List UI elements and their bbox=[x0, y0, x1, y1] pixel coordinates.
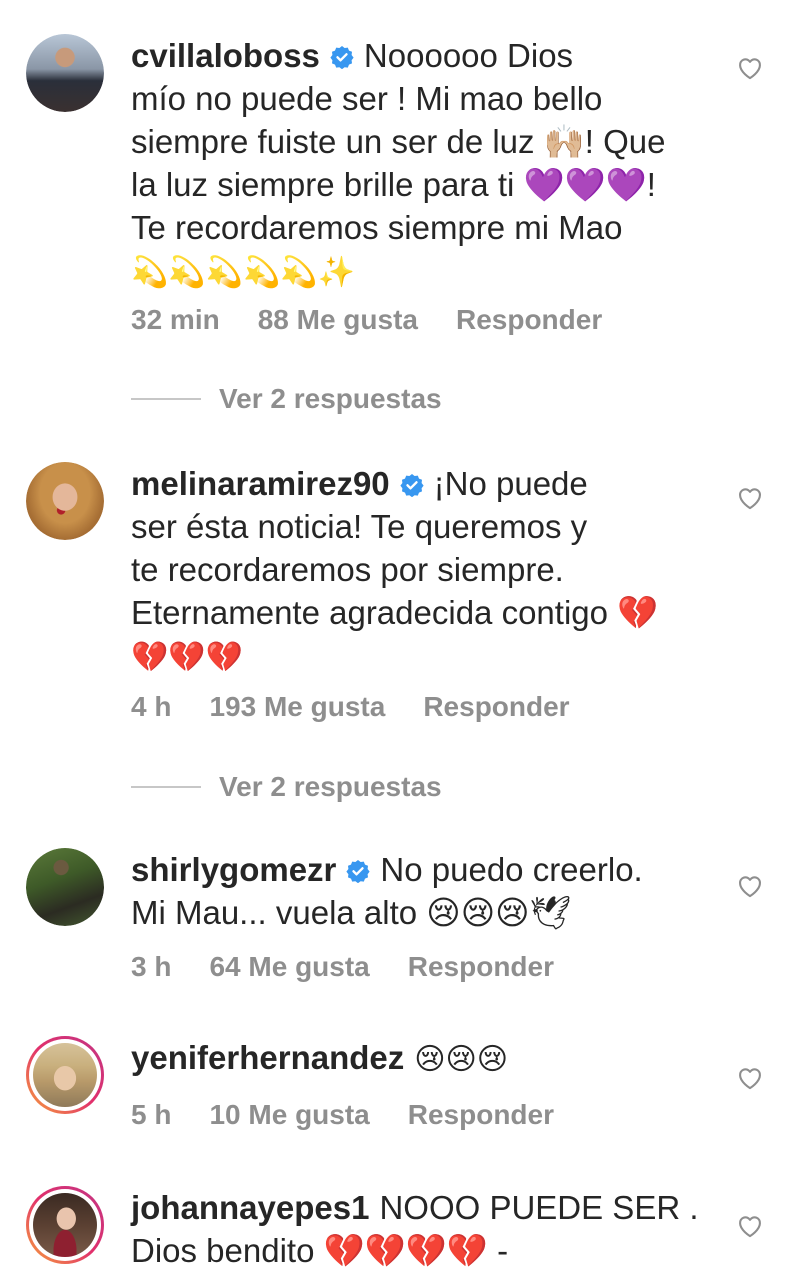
comment-text: melinaramirez90 ¡No puede ser ésta notici… bbox=[131, 462, 716, 679]
comment-text: johannayepes1 NOOO PUEDE SER . Dios bendi… bbox=[131, 1186, 716, 1272]
avatar[interactable] bbox=[26, 34, 104, 112]
verified-badge-icon bbox=[330, 46, 354, 69]
heart-outline-icon[interactable] bbox=[736, 484, 764, 510]
replies-divider bbox=[131, 398, 201, 400]
username[interactable]: johannayepes1 bbox=[131, 1189, 369, 1226]
comment-line: Mi Mau... vuela alto 😢😢😢🕊 bbox=[131, 894, 572, 931]
comment-line: Dios bendito 💔💔💔💔 - bbox=[131, 1232, 509, 1269]
comment-body: yeniferhernandez 😢😢😢 bbox=[131, 1036, 716, 1081]
comment-line: NOOO PUEDE SER . bbox=[379, 1189, 699, 1226]
verified-badge-icon bbox=[400, 474, 424, 497]
comment-text: yeniferhernandez 😢😢😢 bbox=[131, 1036, 716, 1081]
comment-body: shirlygomezr No puedo creerlo. Mi Mau... … bbox=[131, 848, 716, 934]
heart-outline-icon[interactable] bbox=[736, 54, 764, 80]
comment-line: la luz siempre brille para ti 💜💜💜! bbox=[131, 166, 656, 203]
comment-line: 💔💔💔 bbox=[131, 640, 244, 675]
comment-line: ¡No puede bbox=[433, 465, 588, 502]
comment-line: te recordaremos por siempre. bbox=[131, 551, 564, 588]
reply-button[interactable]: Responder bbox=[456, 304, 602, 335]
heart-outline-icon[interactable] bbox=[736, 1064, 764, 1090]
heart-outline-icon[interactable] bbox=[736, 872, 764, 898]
replies-divider bbox=[131, 786, 201, 788]
view-replies-label: Ver 2 respuestas bbox=[219, 771, 442, 802]
comment-line: 💫💫💫💫💫✨ bbox=[131, 255, 356, 290]
view-replies-button[interactable]: Ver 2 respuestas bbox=[131, 379, 442, 419]
reply-button[interactable]: Responder bbox=[408, 951, 554, 982]
comment-meta: 5 h 10 Me gusta Responder bbox=[131, 1099, 592, 1131]
timestamp: 32 min bbox=[131, 304, 220, 335]
username[interactable]: shirlygomezr bbox=[131, 851, 336, 888]
username[interactable]: melinaramirez90 bbox=[131, 465, 390, 502]
username[interactable]: cvillaloboss bbox=[131, 37, 320, 74]
comment-line: Noooooo Dios bbox=[363, 37, 574, 74]
reply-button[interactable]: Responder bbox=[408, 1099, 554, 1130]
comment-line: Eternamente agradecida contigo 💔 bbox=[131, 594, 659, 631]
timestamp: 3 h bbox=[131, 951, 172, 982]
comment-line: 😢😢😢 bbox=[414, 1042, 509, 1077]
avatar[interactable] bbox=[26, 1036, 104, 1114]
comment-body: melinaramirez90 ¡No puede ser ésta notici… bbox=[131, 462, 716, 679]
reply-button[interactable]: Responder bbox=[423, 691, 569, 722]
comment-meta: 3 h 64 Me gusta Responder bbox=[131, 951, 592, 983]
comments-list: cvillaloboss Noooooo Dios mío no puede se… bbox=[0, 0, 808, 1280]
comment-line: siempre fuiste un ser de luz 🙌🏼! Que bbox=[131, 123, 666, 160]
timestamp: 4 h bbox=[131, 691, 172, 722]
view-replies-label: Ver 2 respuestas bbox=[219, 383, 442, 414]
likes-count[interactable]: 88 Me gusta bbox=[258, 304, 418, 335]
heart-outline-icon[interactable] bbox=[736, 1212, 764, 1238]
comment-line: mío no puede ser ! Mi mao bello bbox=[131, 80, 603, 117]
comment-meta: 32 min 88 Me gusta Responder bbox=[131, 304, 640, 336]
likes-count[interactable]: 193 Me gusta bbox=[209, 691, 385, 722]
view-replies-button[interactable]: Ver 2 respuestas bbox=[131, 767, 442, 807]
avatar[interactable] bbox=[26, 848, 104, 926]
avatar[interactable] bbox=[26, 462, 104, 540]
comment-text: shirlygomezr No puedo creerlo. Mi Mau... … bbox=[131, 848, 716, 934]
username[interactable]: yeniferhernandez bbox=[131, 1039, 404, 1076]
comment-text: cvillaloboss Noooooo Dios mío no puede se… bbox=[131, 34, 716, 294]
timestamp: 5 h bbox=[131, 1099, 172, 1130]
avatar[interactable] bbox=[26, 1186, 104, 1264]
comment-body: johannayepes1 NOOO PUEDE SER . Dios bendi… bbox=[131, 1186, 716, 1272]
likes-count[interactable]: 64 Me gusta bbox=[209, 951, 369, 982]
verified-badge-icon bbox=[346, 860, 371, 883]
comment-body: cvillaloboss Noooooo Dios mío no puede se… bbox=[131, 34, 716, 294]
comment-meta: 4 h 193 Me gusta Responder bbox=[131, 691, 608, 723]
comment-line: ser ésta noticia! Te queremos y bbox=[131, 508, 588, 545]
comment-line: Te recordaremos siempre mi Mao bbox=[131, 209, 623, 246]
likes-count[interactable]: 10 Me gusta bbox=[209, 1099, 369, 1130]
comment-line: No puedo creerlo. bbox=[380, 851, 643, 888]
